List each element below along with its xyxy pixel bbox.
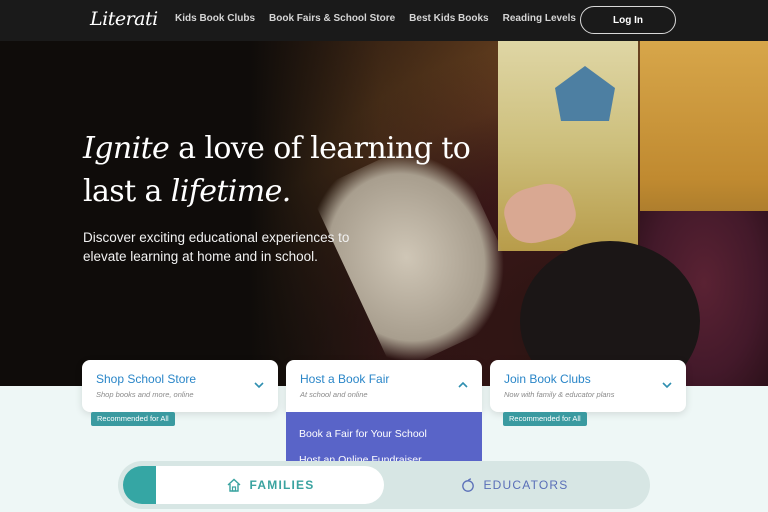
nav-link-reading-levels[interactable]: Reading Levels bbox=[503, 13, 576, 24]
hero-headline: Ignite a love of learning to last a life… bbox=[83, 131, 471, 209]
menu-item-book-a-fair[interactable]: Book a Fair for Your School bbox=[299, 428, 427, 440]
chevron-down-icon[interactable] bbox=[254, 380, 264, 390]
home-icon bbox=[227, 478, 241, 492]
shop-school-store-card[interactable]: Shop School Store Shop books and more, o… bbox=[82, 360, 278, 412]
chevron-down-icon[interactable] bbox=[662, 380, 672, 390]
card-subtitle: Now with family & educator plans bbox=[504, 390, 615, 399]
tab-families-label: FAMILIES bbox=[249, 478, 315, 492]
literati-logo[interactable]: Literati bbox=[90, 8, 158, 30]
hero-subhead: Discover exciting educational experience… bbox=[83, 230, 350, 264]
card-title: Shop School Store bbox=[96, 372, 197, 386]
join-book-clubs-card[interactable]: Join Book Clubs Now with family & educat… bbox=[490, 360, 686, 412]
card-title: Join Book Clubs bbox=[504, 372, 591, 386]
card-subtitle: Shop books and more, online bbox=[96, 390, 194, 399]
chevron-up-icon[interactable] bbox=[458, 380, 468, 390]
nav-link-kids-book-clubs[interactable]: Kids Book Clubs bbox=[175, 13, 255, 24]
hero-banner: Ignite a love of learning to last a life… bbox=[0, 41, 768, 386]
tab-families[interactable]: FAMILIES bbox=[156, 466, 384, 504]
tab-educators-label: EDUCATORS bbox=[483, 478, 569, 492]
host-book-fair-card[interactable]: Host a Book Fair At school and online bbox=[286, 360, 482, 412]
top-nav: Literati Kids Book Clubs Book Fairs & Sc… bbox=[0, 0, 768, 41]
login-button[interactable]: Log In bbox=[580, 6, 676, 34]
nav-links: Kids Book Clubs Book Fairs & School Stor… bbox=[175, 13, 590, 24]
apple-icon bbox=[462, 478, 475, 492]
tab-educators[interactable]: EDUCATORS bbox=[384, 466, 646, 504]
card-subtitle: At school and online bbox=[300, 390, 368, 399]
nav-link-book-fairs[interactable]: Book Fairs & School Store bbox=[269, 13, 395, 24]
card-title: Host a Book Fair bbox=[300, 372, 390, 386]
nav-link-best-kids-books[interactable]: Best Kids Books bbox=[409, 13, 488, 24]
recommended-badge: Recommended for All bbox=[91, 412, 175, 426]
recommended-badge: Recommended for All bbox=[503, 412, 587, 426]
